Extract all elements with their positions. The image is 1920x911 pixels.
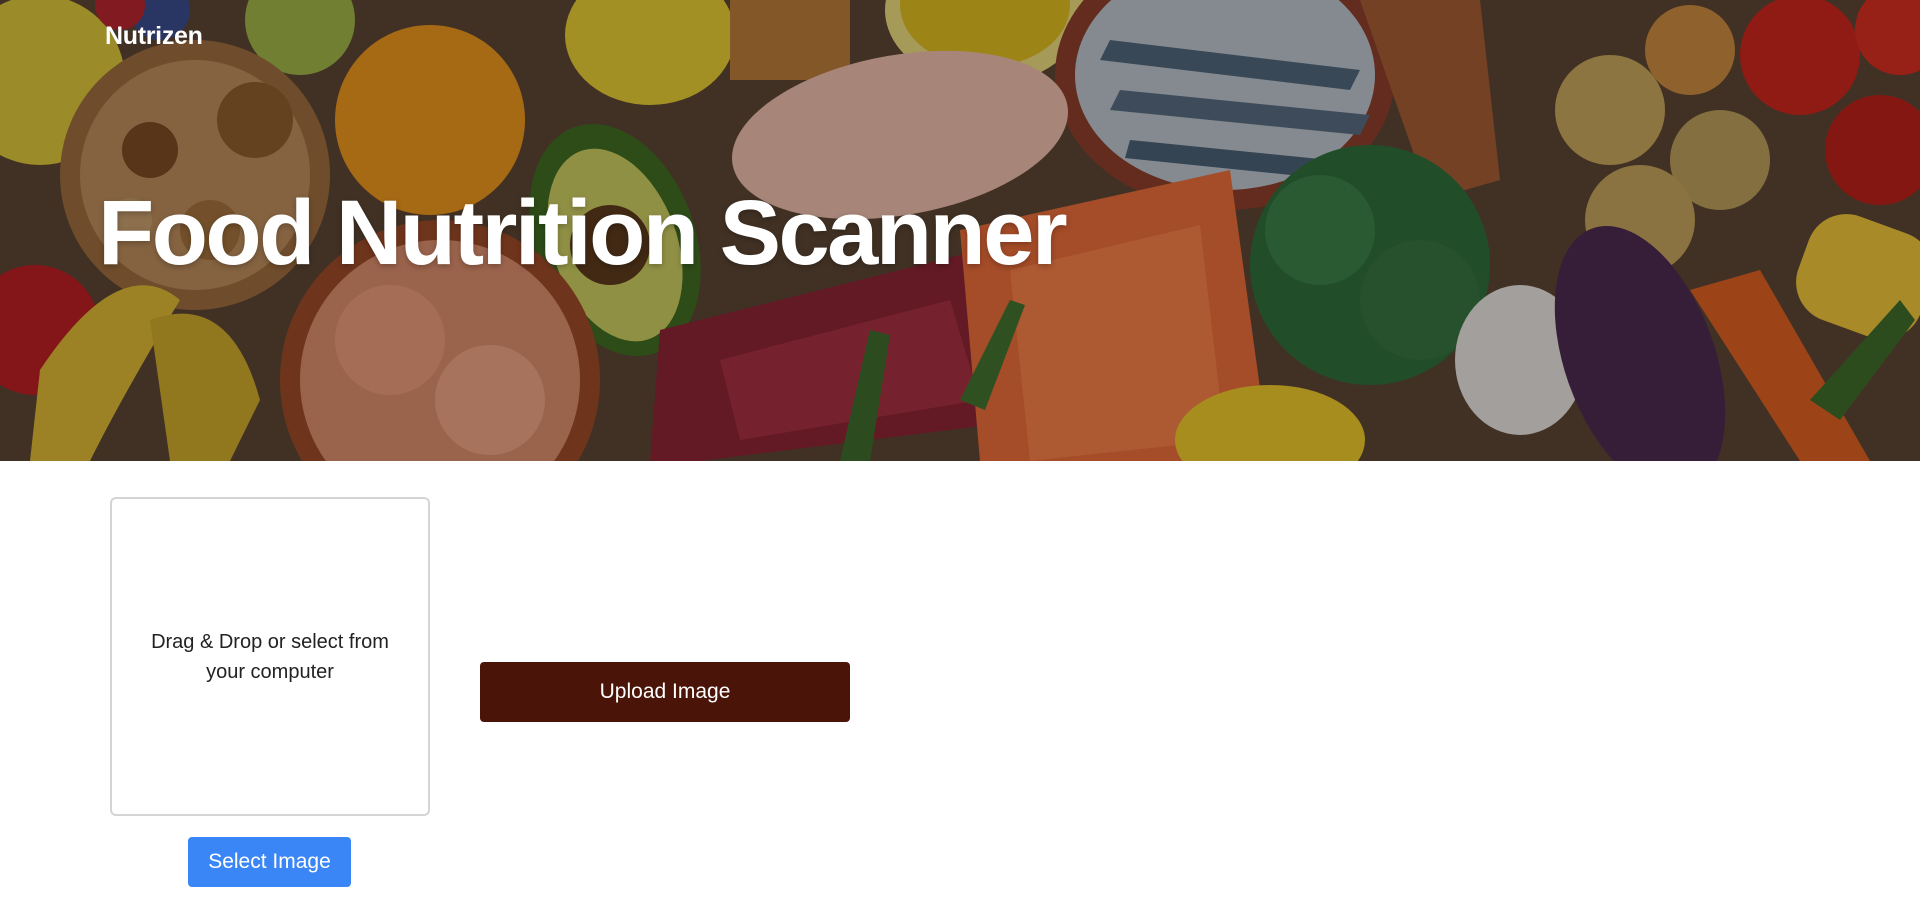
image-dropzone[interactable]: Drag & Drop or select from your computer <box>110 497 430 816</box>
hero-banner: Nutrizen Food Nutrition Scanner <box>0 0 1920 461</box>
upload-image-button[interactable]: Upload Image <box>480 662 850 722</box>
page-title: Food Nutrition Scanner <box>98 182 1068 284</box>
dropzone-instructions: Drag & Drop or select from your computer <box>151 630 389 683</box>
select-image-button[interactable]: Select Image <box>188 837 351 887</box>
brand-logo[interactable]: Nutrizen <box>105 22 203 51</box>
